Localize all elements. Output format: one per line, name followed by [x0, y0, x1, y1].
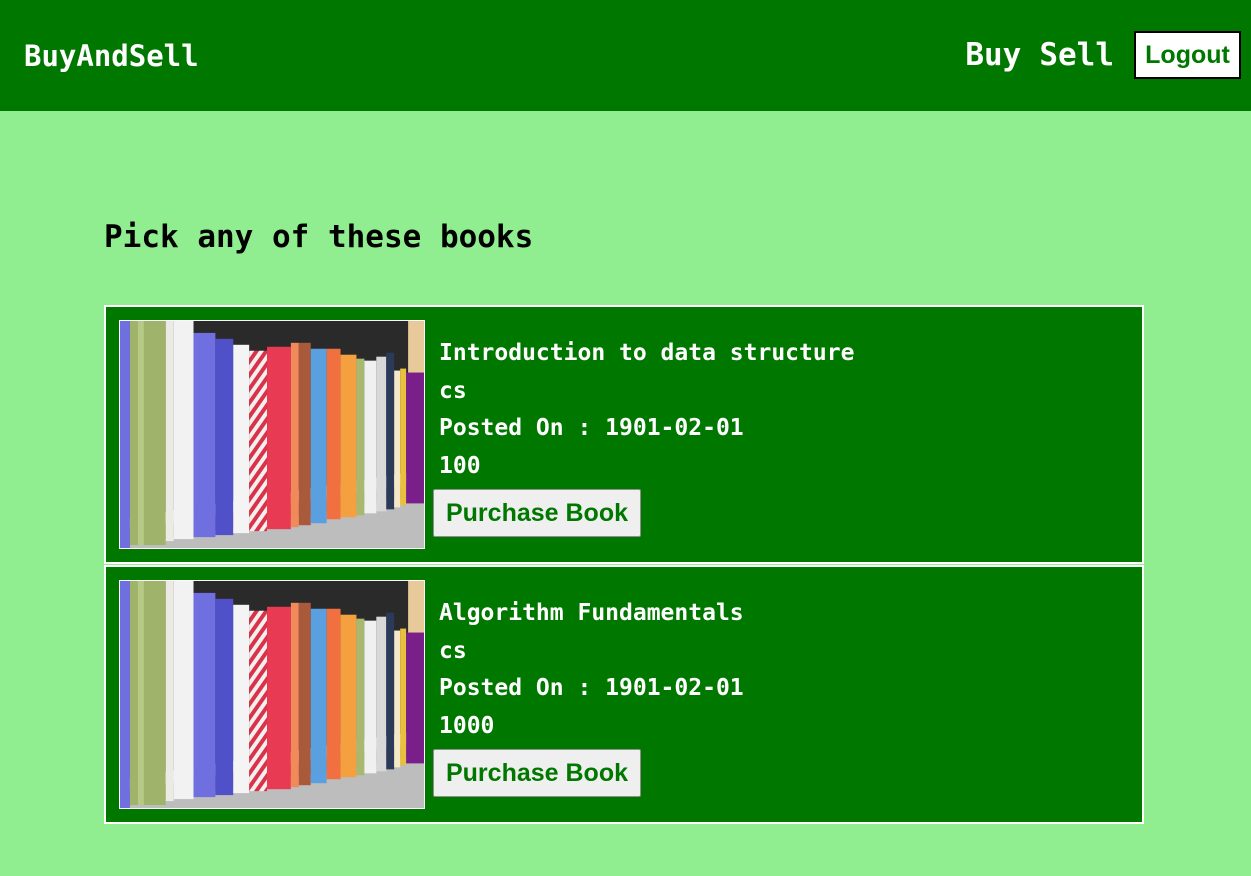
book-card: Algorithm Fundamentals cs Posted On : 19… — [104, 565, 1144, 824]
book-image — [119, 580, 425, 809]
purchase-book-button[interactable]: Purchase Book — [433, 489, 641, 537]
navbar: BuyAndSell Buy Sell Logout — [0, 0, 1251, 111]
book-title: Algorithm Fundamentals — [439, 600, 744, 626]
book-price: 1000 — [439, 712, 495, 739]
book-image — [119, 320, 425, 549]
book-price: 100 — [439, 452, 481, 479]
main-content: Pick any of these books Introduction to … — [104, 215, 1144, 824]
book-card: Introduction to data structure cs Posted… — [104, 305, 1144, 564]
book-info: Introduction to data structure cs Posted… — [439, 335, 854, 485]
book-category: cs — [439, 377, 467, 404]
page-title: Pick any of these books — [104, 219, 534, 255]
book-title: Introduction to data structure — [439, 340, 855, 366]
book-list: Introduction to data structure cs Posted… — [104, 305, 1144, 825]
nav-sell-link[interactable]: Sell — [1039, 31, 1114, 79]
logout-button[interactable]: Logout — [1134, 31, 1241, 79]
purchase-book-button[interactable]: Purchase Book — [433, 749, 641, 797]
book-info: Algorithm Fundamentals cs Posted On : 19… — [439, 595, 744, 745]
book-category: cs — [439, 637, 467, 664]
nav-buy-link[interactable]: Buy — [965, 31, 1021, 79]
book-posted-date: Posted On : 1901-02-01 — [439, 415, 744, 441]
nav-links: Buy Sell Logout — [965, 31, 1241, 79]
brand-link[interactable]: BuyAndSell — [24, 38, 199, 74]
book-posted-date: Posted On : 1901-02-01 — [439, 675, 744, 701]
